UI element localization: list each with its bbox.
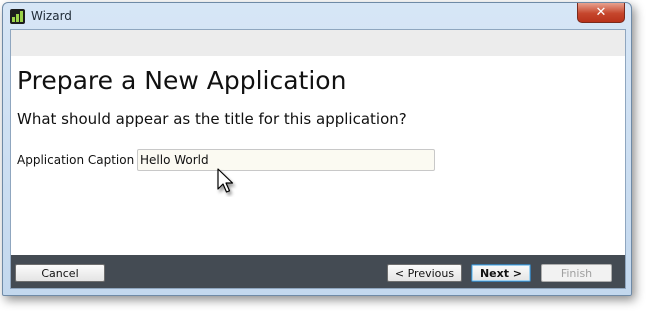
window-title: Wizard: [31, 9, 72, 23]
title-bar[interactable]: Wizard ✕: [3, 3, 631, 29]
next-button[interactable]: Next >: [471, 264, 531, 282]
close-icon: ✕: [595, 5, 607, 20]
close-button[interactable]: ✕: [577, 3, 625, 23]
wizard-footer: Cancel < Previous Next > Finish: [11, 255, 625, 288]
question-text: What should appear as the title for this…: [17, 110, 407, 128]
wizard-window: Wizard ✕ Prepare a New Application What …: [2, 2, 632, 296]
wizard-content: Prepare a New Application What should ap…: [10, 29, 626, 289]
cancel-button[interactable]: Cancel: [15, 264, 105, 282]
previous-button[interactable]: < Previous: [387, 264, 462, 282]
application-caption-input[interactable]: [137, 149, 435, 171]
app-icon: [10, 9, 25, 24]
finish-button[interactable]: Finish: [541, 264, 612, 282]
mouse-cursor-icon: [217, 168, 234, 193]
application-caption-label: Application Caption: [17, 153, 135, 167]
page-title: Prepare a New Application: [17, 66, 347, 95]
header-strip: [11, 30, 625, 56]
